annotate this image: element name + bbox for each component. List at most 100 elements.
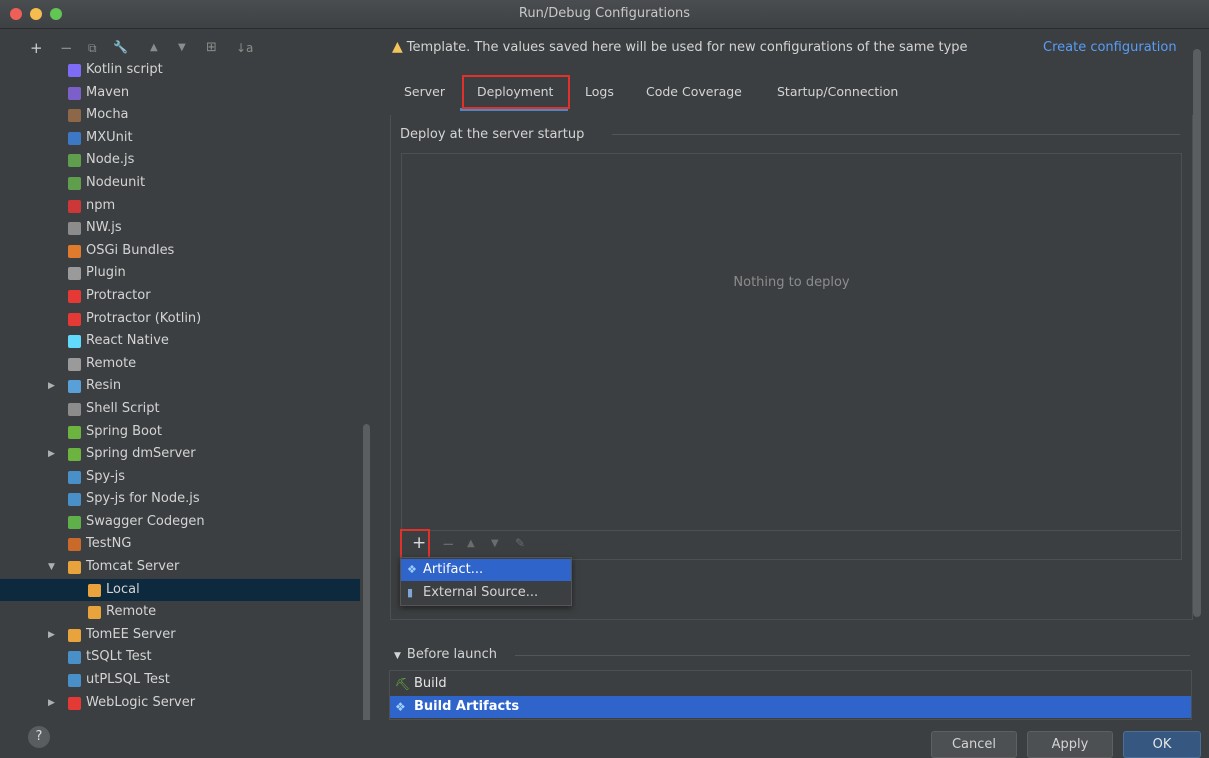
tree-item-label: Nodeunit bbox=[86, 174, 146, 190]
highlight-deployment-tab bbox=[462, 75, 570, 109]
tree-item-label: TestNG bbox=[86, 536, 132, 552]
tree-item[interactable]: Nodeunit bbox=[0, 172, 360, 195]
npm-icon bbox=[68, 199, 81, 213]
tree-item[interactable]: Local bbox=[0, 578, 360, 602]
folder-icon[interactable]: ⊞ bbox=[206, 40, 217, 55]
remove-deployment-icon: − bbox=[442, 535, 455, 553]
tab-code-coverage[interactable]: Code Coverage bbox=[646, 84, 742, 99]
remove-icon[interactable]: − bbox=[60, 39, 73, 57]
tree-item[interactable]: Kotlin script bbox=[0, 59, 360, 82]
nwjs-icon bbox=[68, 222, 81, 236]
popup-item-external-source[interactable]: ▮ External Source... bbox=[401, 582, 571, 604]
tree-item[interactable]: Protractor (Kotlin) bbox=[0, 308, 360, 331]
tree-item[interactable]: NW.js bbox=[0, 217, 360, 240]
nodejs-icon bbox=[68, 154, 81, 168]
tree-item[interactable]: Spy-js for Node.js bbox=[0, 488, 360, 511]
tree-item[interactable]: ▼ Tomcat Server bbox=[0, 556, 360, 579]
tree-item[interactable]: Shell Script bbox=[0, 398, 360, 421]
tab-startup-connection[interactable]: Startup/Connection bbox=[777, 84, 898, 99]
copy-icon[interactable]: ⧉ bbox=[88, 41, 97, 56]
before-launch-item-label: Build Artifacts bbox=[414, 699, 520, 714]
ok-button[interactable]: OK bbox=[1123, 731, 1201, 758]
tree-scrollbar[interactable] bbox=[363, 424, 370, 724]
tree-item[interactable]: OSGi Bundles bbox=[0, 240, 360, 263]
hammer-icon: ⛏ bbox=[395, 677, 411, 691]
tree-item[interactable]: Spy-js bbox=[0, 466, 360, 489]
add-icon[interactable]: + bbox=[30, 39, 43, 57]
tree-item[interactable]: Maven bbox=[0, 82, 360, 105]
tree-item[interactable]: Mocha bbox=[0, 104, 360, 127]
tree-item-label: WebLogic Server bbox=[86, 694, 196, 710]
tree-item-label: MXUnit bbox=[86, 129, 133, 145]
tree-item-label: OSGi Bundles bbox=[86, 242, 175, 258]
tomcat-icon bbox=[68, 561, 81, 575]
tree-item-label: Node.js bbox=[86, 152, 135, 168]
tree-item[interactable]: Remote bbox=[0, 601, 360, 624]
chevron-down-icon[interactable]: ▼ bbox=[48, 556, 55, 579]
tree-item[interactable]: React Native bbox=[0, 330, 360, 353]
tree-item[interactable]: MXUnit bbox=[0, 127, 360, 150]
tab-server[interactable]: Server bbox=[404, 84, 445, 99]
chevron-down-icon: ▼ bbox=[394, 651, 401, 661]
move-up-icon[interactable]: ▲ bbox=[150, 42, 158, 53]
tree-item[interactable]: Spring Boot bbox=[0, 421, 360, 444]
shell-icon bbox=[68, 402, 81, 416]
tree-item-label: Mocha bbox=[86, 107, 129, 123]
configuration-detail-panel: ▲ Template. The values saved here will be… bbox=[380, 29, 1209, 720]
tree-item[interactable]: TestNG bbox=[0, 533, 360, 556]
tree-item[interactable]: ▶ WebLogic Server bbox=[0, 692, 360, 715]
section-divider bbox=[612, 134, 1180, 135]
tree-item[interactable]: Plugin bbox=[0, 262, 360, 285]
tree-item[interactable]: utPLSQL Test bbox=[0, 669, 360, 692]
tree-item[interactable]: npm bbox=[0, 195, 360, 218]
tomcat-icon bbox=[88, 583, 101, 597]
resin-icon bbox=[68, 380, 81, 394]
tree-item[interactable]: tSQLt Test bbox=[0, 646, 360, 669]
chevron-right-icon[interactable]: ▶ bbox=[48, 375, 55, 398]
detail-scrollbar[interactable] bbox=[1193, 49, 1201, 617]
tree-item[interactable]: Protractor bbox=[0, 285, 360, 308]
cancel-button[interactable]: Cancel bbox=[931, 731, 1017, 758]
tree-item[interactable]: ▶ TomEE Server bbox=[0, 624, 360, 647]
plugin-icon bbox=[68, 267, 81, 281]
popup-item-artifact[interactable]: ❖ Artifact... bbox=[401, 559, 571, 581]
tree-item-label: Plugin bbox=[86, 265, 126, 281]
before-launch-item-build[interactable]: ⛏ Build bbox=[390, 673, 1191, 695]
tree-item-label: TomEE Server bbox=[86, 626, 176, 642]
testng-icon bbox=[68, 538, 81, 552]
sort-icon[interactable]: ↓a bbox=[236, 41, 253, 55]
tree-item-label: tSQLt Test bbox=[86, 649, 152, 665]
chevron-right-icon[interactable]: ▶ bbox=[48, 443, 55, 466]
tree-item[interactable]: ▶ Resin bbox=[0, 375, 360, 398]
tab-logs[interactable]: Logs bbox=[585, 84, 614, 99]
tree-item-label: Spy-js for Node.js bbox=[86, 491, 200, 507]
mxunit-icon bbox=[68, 131, 81, 145]
tree-item-label: Local bbox=[106, 581, 140, 597]
deploy-section-title: Deploy at the server startup bbox=[400, 127, 585, 142]
spring-dm-icon bbox=[68, 448, 81, 462]
chevron-right-icon[interactable]: ▶ bbox=[48, 624, 55, 647]
popup-item-label: External Source... bbox=[423, 585, 539, 600]
wrench-icon[interactable]: 🔧 bbox=[113, 40, 128, 54]
before-launch-item-build-artifacts[interactable]: ❖ Build Artifacts bbox=[390, 696, 1191, 718]
tree-item-label: Spring Boot bbox=[86, 423, 163, 439]
tree-item[interactable]: Swagger Codegen bbox=[0, 511, 360, 534]
help-button[interactable]: ? bbox=[28, 726, 50, 748]
tree-item[interactable]: Node.js bbox=[0, 149, 360, 172]
apply-button[interactable]: Apply bbox=[1027, 731, 1113, 758]
tree-item[interactable]: Remote bbox=[0, 353, 360, 376]
deploy-list-box: Nothing to deploy + − ▲ ▼ ✎ bbox=[401, 153, 1182, 560]
tsqlt-icon bbox=[68, 651, 81, 665]
tree-item-label: utPLSQL Test bbox=[86, 672, 170, 688]
move-down-icon[interactable]: ▼ bbox=[178, 42, 186, 53]
edit-pencil-icon: ✎ bbox=[515, 536, 526, 550]
deploy-list[interactable]: Nothing to deploy bbox=[403, 155, 1180, 529]
add-deployment-popup: ❖ Artifact... ▮ External Source... bbox=[400, 557, 572, 606]
tree-item-label: npm bbox=[86, 197, 116, 213]
tree-item[interactable]: ▶ Spring dmServer bbox=[0, 443, 360, 466]
chevron-right-icon[interactable]: ▶ bbox=[48, 692, 55, 715]
protractor-icon bbox=[68, 312, 81, 326]
before-launch-header[interactable]: ▼ Before launch bbox=[394, 647, 497, 662]
tree-item-label: Kotlin script bbox=[86, 62, 163, 77]
create-configuration-link[interactable]: Create configuration bbox=[1043, 40, 1177, 55]
